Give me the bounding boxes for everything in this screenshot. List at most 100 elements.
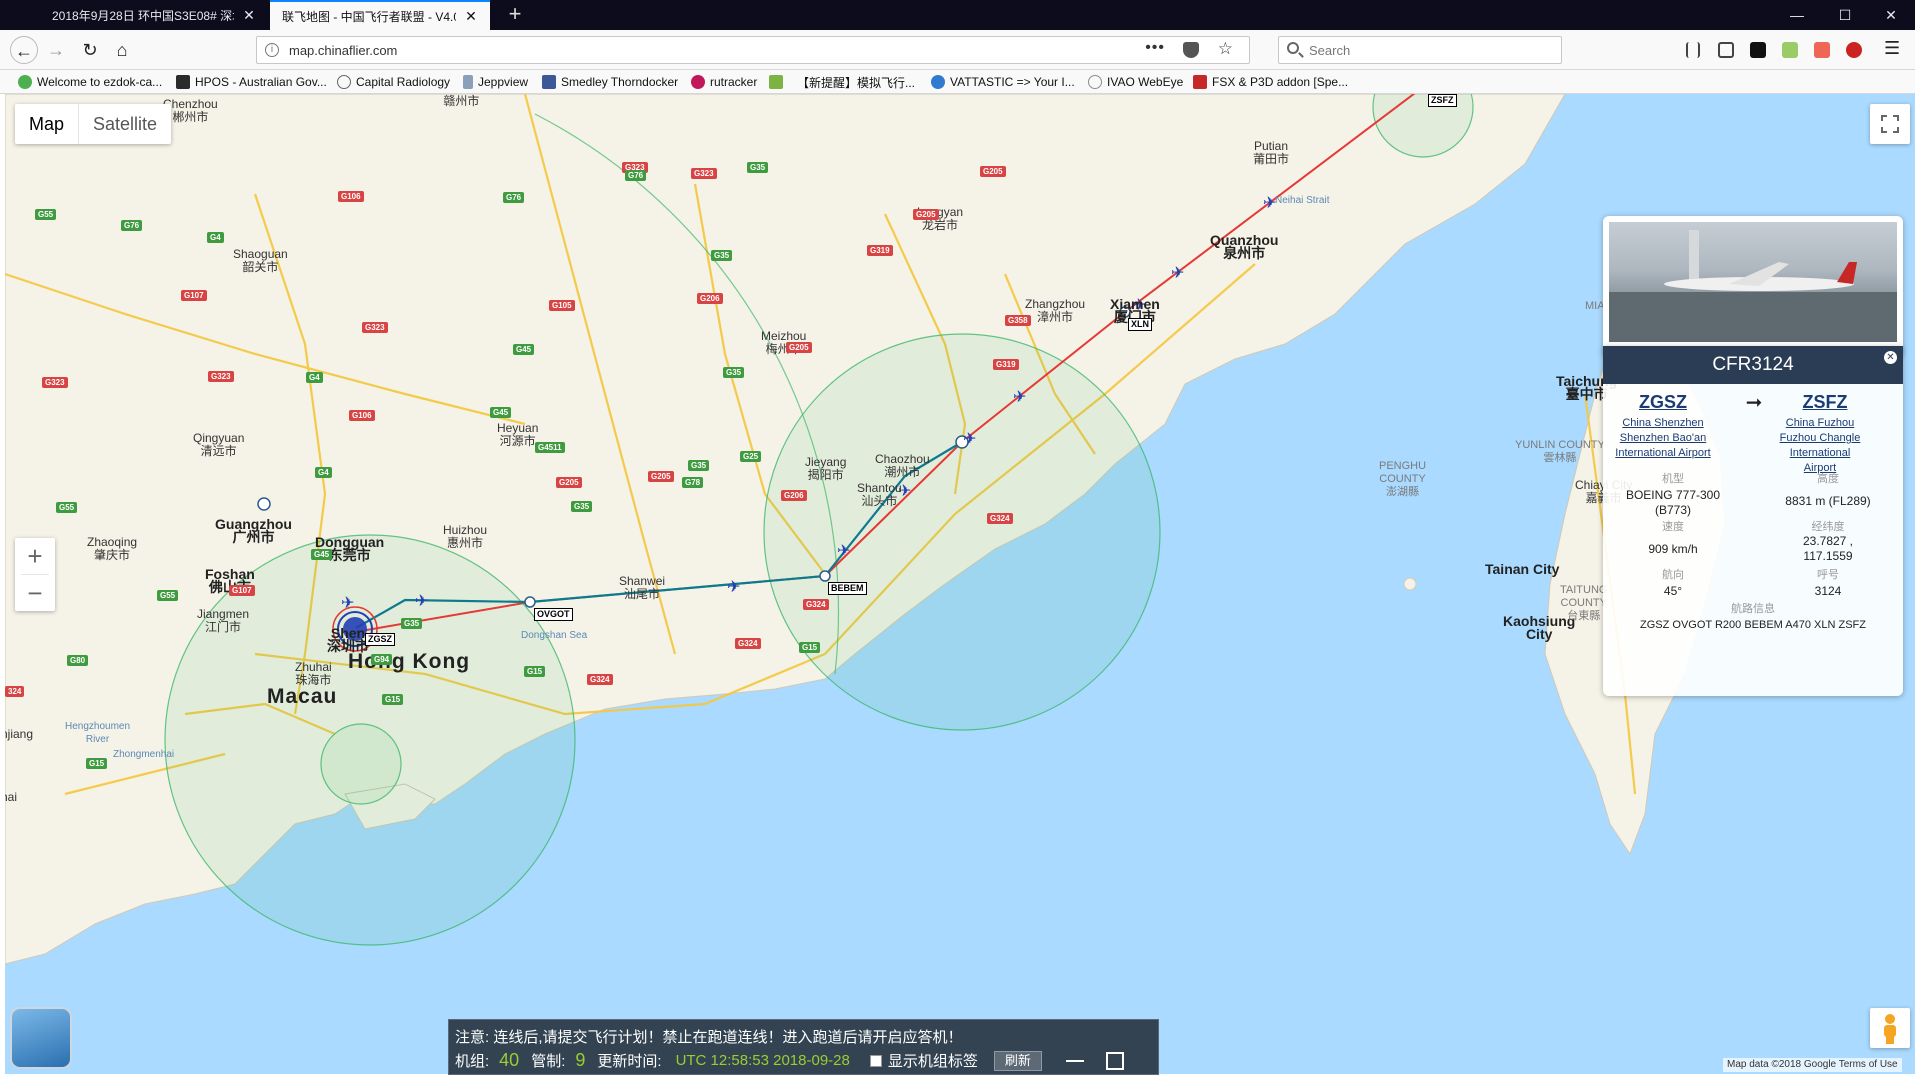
flight-map[interactable]: ✈ ✈ ✈ ✈ ✈ ✈ ✈ ✈ ✈ ✈ Chenzhou 郴州市Ganzhou … (5, 94, 1915, 1074)
aircraft-photo-image (1609, 230, 1897, 342)
page-actions-icon[interactable]: ••• (1145, 39, 1165, 57)
road-shield: G15 (86, 758, 108, 769)
update-time-value: UTC 12:58:53 2018-09-28 (675, 1052, 850, 1069)
minimize-button[interactable]: — (1774, 0, 1820, 30)
maximize-button[interactable]: ☐ (1822, 0, 1868, 30)
atc-count: 9 (575, 1050, 586, 1070)
menu-icon[interactable]: ☰ (1884, 39, 1900, 57)
place-label: njiang (5, 727, 34, 741)
site-info-icon[interactable]: i (265, 43, 279, 57)
zoom-in-button[interactable]: + (15, 538, 55, 574)
waypoint-tag-zsfz[interactable]: ZSFZ (1428, 94, 1457, 107)
aircraft-type-value: BOEING 777-300 (B773) (1625, 488, 1721, 517)
arrival-airport-name[interactable]: China Fuzhou Fuzhou Changle Internationa… (1765, 416, 1875, 476)
tab-title: 联飞地图 - 中国飞行者联盟 - V4.0 (282, 9, 456, 24)
arrival-code[interactable]: ZSFZ (1765, 392, 1885, 413)
status-row: 机组: 40 管制: 9 更新时间: UTC 12:58:53 2018-09-… (455, 1050, 1124, 1071)
waypoint-tag-xln[interactable]: XLN (1128, 318, 1152, 331)
waypoint-tag-bebem[interactable]: BEBEM (828, 582, 867, 595)
road-shield: G45 (311, 549, 333, 560)
place-label: Guangzhou 广州市 (215, 516, 292, 545)
departure-airport-name[interactable]: China Shenzhen Shenzhen Bao'an Internati… (1608, 416, 1718, 461)
waypoint-marker-ovgot (524, 596, 536, 608)
tab-active[interactable]: 联飞地图 - 中国飞行者联盟 - V4.0 ✕ (270, 0, 490, 30)
bookmark-item[interactable]: 【新提醒】模拟飞行... (797, 73, 915, 91)
bookmark-item[interactable]: HPOS - Australian Gov... (176, 73, 327, 91)
maximize-panel-icon[interactable] (1105, 1051, 1124, 1070)
bookmark-favicon-icon (1088, 75, 1102, 89)
fullscreen-button[interactable] (1870, 104, 1910, 144)
amazon-icon[interactable] (1750, 42, 1766, 58)
url-bar[interactable]: i map.chinaflier.com ••• ☆ (256, 36, 1250, 64)
waypoint-marker-navaid (257, 497, 271, 511)
place-label: Shanwei 汕尾市 (619, 574, 666, 601)
reload-button[interactable]: ↻ (76, 36, 104, 64)
extension-icon[interactable] (1782, 42, 1798, 58)
show-tags-checkbox[interactable] (869, 1054, 882, 1067)
map-attribution[interactable]: Map data ©2018 Google Terms of Use (1723, 1058, 1902, 1072)
sidebar-icon[interactable] (1718, 42, 1734, 58)
route-value: ZGSZ OVGOT R200 BEBEM A470 XLN ZSFZ (1640, 619, 1866, 631)
bookmark-item[interactable]: Capital Radiology (337, 73, 450, 91)
library-icon[interactable] (1686, 42, 1700, 58)
bookmark-item[interactable]: Jeppview (463, 73, 528, 91)
adblock-icon[interactable] (1846, 42, 1862, 58)
road-shield: G35 (723, 367, 745, 378)
place-label: Hong Kong (348, 650, 471, 673)
place-label: Macau (267, 685, 338, 708)
bookmark-item[interactable]: Welcome to ezdok-ca... (18, 73, 162, 91)
home-button[interactable]: ⌂ (108, 36, 136, 64)
zoom-out-button[interactable]: − (15, 575, 55, 611)
road-shield: G107 (229, 585, 255, 596)
pilots-label: 机组: (455, 1053, 490, 1070)
tab-inactive[interactable]: 2018年9月28日 环中国S3E08# 深圳 ✕ (40, 0, 268, 30)
aircraft-icon: ✈ (727, 577, 740, 596)
road-shield: G45 (513, 344, 535, 355)
app-logo-icon[interactable] (10, 1007, 72, 1069)
bookmarks-bar: Welcome to ezdok-ca... HPOS - Australian… (0, 70, 1915, 94)
browser-window: 2018年9月28日 环中国S3E08# 深圳 ✕ 联飞地图 - 中国飞行者联盟… (0, 0, 1915, 1077)
refresh-button[interactable]: 刷新 (993, 1050, 1042, 1071)
departure-code[interactable]: ZGSZ (1603, 392, 1723, 413)
road-shield: G4 (207, 232, 224, 243)
bookmark-star-icon[interactable]: ☆ (1218, 39, 1233, 59)
place-label: TAITUNG COUNTY 台東縣 (1560, 584, 1608, 622)
bookmark-item[interactable]: FSX & P3D addon [Spe... (1193, 73, 1348, 91)
waypoint-tag-ovgot[interactable]: OVGOT (534, 608, 573, 621)
bookmark-item[interactable]: VATTASTIC => Your I... (931, 73, 1075, 91)
extension-icon[interactable] (1814, 42, 1830, 58)
bookmark-favicon-icon (337, 75, 351, 89)
bookmark-item[interactable]: rutracker (691, 73, 757, 91)
map-type-map-button[interactable]: Map (15, 104, 80, 144)
close-panel-icon[interactable]: ✕ (1884, 351, 1897, 364)
road-shield: G323 (42, 377, 68, 388)
bookmark-item[interactable]: IVAO WebEye (1088, 73, 1183, 91)
bookmark-label: Welcome to ezdok-ca... (37, 75, 163, 89)
new-tab-button[interactable]: + (500, 0, 530, 30)
road-shield: G106 (349, 410, 375, 421)
street-view-pegman-button[interactable] (1870, 1008, 1910, 1048)
back-button[interactable]: ← (10, 36, 38, 64)
pocket-icon[interactable] (1183, 42, 1199, 58)
waypoint-tag-zgsz[interactable]: ZGSZ (365, 633, 395, 646)
show-tags-label[interactable]: 显示机组标签 (888, 1050, 978, 1071)
close-tab-icon[interactable]: ✕ (462, 7, 480, 25)
penghu-island (1403, 577, 1417, 591)
bookmark-item[interactable]: Smedley Thorndocker (542, 73, 678, 91)
minimize-panel-icon[interactable] (1065, 1059, 1084, 1062)
heading-value: 45° (1663, 584, 1683, 598)
place-label: Chaozhou 潮州市 (875, 452, 930, 479)
forward-button[interactable]: → (42, 36, 70, 64)
map-type-satellite-button[interactable]: Satellite (79, 104, 171, 144)
bookmark-label: VATTASTIC => Your I... (950, 75, 1075, 89)
road-shield: G94 (371, 654, 393, 665)
close-window-button[interactable]: ✕ (1868, 0, 1914, 30)
close-tab-icon[interactable]: ✕ (240, 6, 258, 24)
road-shield: G80 (67, 655, 89, 666)
range-ring-xiamen (763, 333, 1161, 731)
search-input[interactable]: Search (1278, 36, 1562, 64)
bookmark-label: IVAO WebEye (1107, 75, 1184, 89)
coords-value: 23.7827 , 117.1559 (1802, 534, 1854, 563)
bookmark-item[interactable] (769, 73, 788, 91)
url-text[interactable]: map.chinaflier.com (289, 43, 397, 58)
